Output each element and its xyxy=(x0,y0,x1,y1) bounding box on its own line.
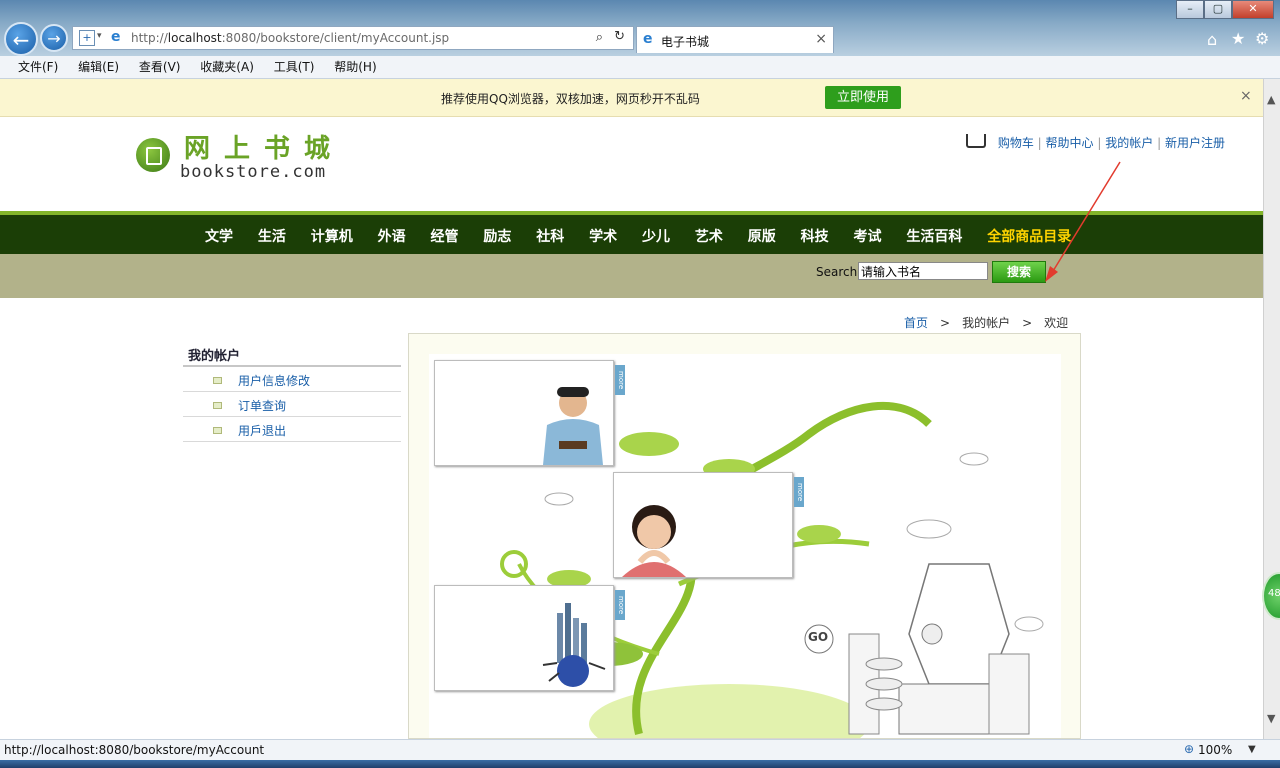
home-icon[interactable]: ⌂ xyxy=(1207,30,1217,49)
bullet-icon xyxy=(213,402,222,409)
zoom-icon[interactable]: ⊕ xyxy=(1184,742,1194,756)
nav-item[interactable]: 原版 xyxy=(748,229,776,245)
breadcrumb-account: 我的帐户 xyxy=(962,316,1011,330)
address-bar[interactable]: + ▾ e http://localhost:8080/bookstore/cl… xyxy=(72,26,634,50)
cart-icon xyxy=(966,134,986,148)
tab-bookstore[interactable]: e 电子书城 × xyxy=(636,26,834,53)
photo-card-reader[interactable]: more xyxy=(434,360,625,466)
welcome-illustration: GO more more more xyxy=(408,333,1081,739)
tab-title: 电子书城 xyxy=(661,35,710,49)
search-input[interactable] xyxy=(858,262,988,280)
top-links: 购物车 | 帮助中心 | 我的帐户 | 新用户注册 xyxy=(966,133,1225,151)
nav-item[interactable]: 考试 xyxy=(854,229,882,245)
nav-item[interactable]: 励志 xyxy=(483,229,511,245)
search-label: Search xyxy=(816,265,858,279)
menu-tools[interactable]: 工具(T) xyxy=(274,56,315,78)
ie-icon: e xyxy=(111,29,121,45)
zoom-dropdown-icon[interactable]: ▼ xyxy=(1248,744,1256,755)
maximize-button[interactable]: ▢ xyxy=(1204,0,1232,19)
nav-item[interactable]: 学术 xyxy=(589,229,617,245)
sidebar-item-label[interactable]: 用戶退出 xyxy=(238,422,286,439)
logo-icon xyxy=(136,138,170,172)
notice-close-icon[interactable]: × xyxy=(1240,88,1252,104)
breadcrumb-home[interactable]: 首页 xyxy=(904,316,928,330)
link-separator: | xyxy=(1037,136,1042,150)
back-button[interactable]: ← xyxy=(4,22,38,56)
sidebar-title: 我的帐户 xyxy=(188,349,241,364)
vertical-scrollbar[interactable]: ▲ ▼ xyxy=(1263,79,1280,739)
more-tab[interactable]: more xyxy=(794,477,804,507)
nav-item[interactable]: 经管 xyxy=(431,229,459,245)
compat-view-icon[interactable]: + xyxy=(79,30,95,46)
search-button[interactable]: 搜索 xyxy=(992,261,1046,283)
photo-card-city[interactable]: more xyxy=(434,585,625,691)
sidebar-item-logout[interactable]: 用戶退出 xyxy=(183,417,401,442)
nav-item[interactable]: 社科 xyxy=(536,229,564,245)
nav-item[interactable]: 生活 xyxy=(258,229,286,245)
reader-photo xyxy=(543,387,603,465)
menu-view[interactable]: 查看(V) xyxy=(139,56,181,78)
photo-card-child[interactable]: more xyxy=(613,472,804,578)
bullet-icon xyxy=(213,427,222,434)
zoom-level[interactable]: 100% xyxy=(1198,743,1232,757)
bullet-icon xyxy=(213,377,222,384)
gear-icon[interactable]: ⚙ xyxy=(1255,29,1269,48)
close-window-button[interactable]: ✕ xyxy=(1232,0,1274,19)
minimize-button[interactable]: – xyxy=(1176,0,1204,19)
nav-item[interactable]: 少儿 xyxy=(642,229,670,245)
menu-file[interactable]: 文件(F) xyxy=(18,56,58,78)
menu-edit[interactable]: 编辑(E) xyxy=(78,56,119,78)
menu-favorites[interactable]: 收藏夹(A) xyxy=(200,56,254,78)
scroll-down-icon[interactable]: ▼ xyxy=(1267,712,1275,725)
nav-item[interactable]: 生活百科 xyxy=(906,229,962,245)
my-account-link[interactable]: 我的帐户 xyxy=(1105,136,1153,150)
use-now-button[interactable]: 立即使用 xyxy=(825,86,901,109)
status-bar: http://localhost:8080/bookstore/myAccoun… xyxy=(0,739,1280,761)
search-icon[interactable]: ⌕ xyxy=(596,30,603,45)
nav-item[interactable]: 计算机 xyxy=(311,229,353,245)
dropdown-icon[interactable]: ▾ xyxy=(97,31,102,41)
register-link[interactable]: 新用户注册 xyxy=(1165,136,1225,150)
notice-message: 推荐使用QQ浏览器，双核加速，网页秒开不乱码 xyxy=(441,92,700,106)
nav-item[interactable]: 外语 xyxy=(378,229,406,245)
breadcrumb: 首页 > 我的帐户 > 欢迎 xyxy=(904,316,1069,330)
illustration-canvas: GO more more more xyxy=(429,354,1061,738)
window-controls: – ▢ ✕ xyxy=(1176,0,1274,19)
taskbar xyxy=(0,760,1280,768)
menu-help[interactable]: 帮助(H) xyxy=(334,56,376,78)
sidebar-item-label[interactable]: 用户信息修改 xyxy=(238,372,310,389)
breadcrumb-page: 欢迎 xyxy=(1044,316,1069,330)
address-url[interactable]: http://localhost:8080/bookstore/client/m… xyxy=(131,31,449,45)
notification-bar: 推荐使用QQ浏览器，双核加速，网页秒开不乱码 立即使用 × xyxy=(0,79,1263,117)
nav-item[interactable]: 文学 xyxy=(205,229,233,245)
favorites-icon[interactable]: ★ xyxy=(1231,29,1245,48)
more-tab[interactable]: more xyxy=(615,590,625,620)
sidebar-item-orders[interactable]: 订单查询 xyxy=(183,392,401,417)
sidebar-item-label[interactable]: 订单查询 xyxy=(238,397,286,414)
logo-title: 网上书城 xyxy=(184,134,345,164)
sidebar-item-edit-info[interactable]: 用户信息修改 xyxy=(183,367,401,392)
logo-subtitle: bookstore.com xyxy=(180,162,327,182)
menu-bar: 文件(F) 编辑(E) 查看(V) 收藏夹(A) 工具(T) 帮助(H) xyxy=(0,56,1280,79)
nav-item[interactable]: 艺术 xyxy=(695,229,723,245)
more-tab[interactable]: more xyxy=(615,365,625,395)
child-photo xyxy=(622,505,686,577)
refresh-icon[interactable]: ↻ xyxy=(614,29,625,44)
nav-item[interactable]: 科技 xyxy=(801,229,829,245)
ie-tab-icon: e xyxy=(643,31,653,47)
scroll-up-icon[interactable]: ▲ xyxy=(1267,93,1275,106)
status-url: http://localhost:8080/bookstore/myAccoun… xyxy=(4,743,265,757)
help-center-link[interactable]: 帮助中心 xyxy=(1046,136,1094,150)
forward-button[interactable]: → xyxy=(40,24,68,52)
link-separator: | xyxy=(1097,136,1102,150)
city-globe-photo xyxy=(542,603,606,687)
annotation-arrow xyxy=(1045,161,1121,282)
go-label: GO xyxy=(808,630,829,644)
cart-link[interactable]: 购物车 xyxy=(998,136,1034,150)
close-tab-icon[interactable]: × xyxy=(815,31,827,47)
link-separator: | xyxy=(1157,136,1162,150)
